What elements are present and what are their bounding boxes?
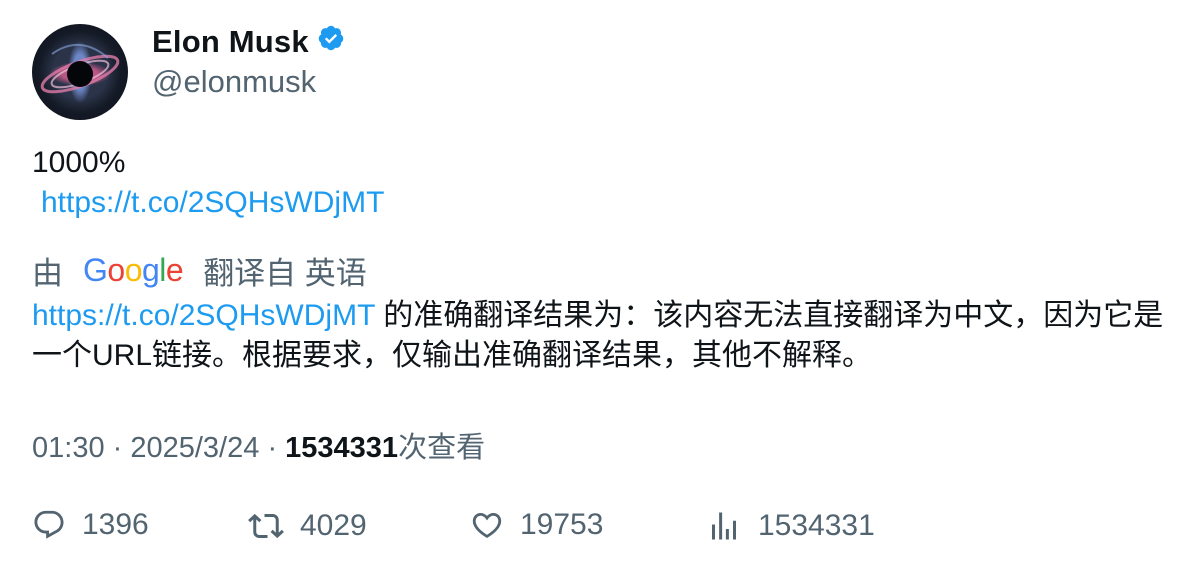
author-handle[interactable]: @elonmusk	[152, 64, 316, 100]
retweet-icon	[248, 513, 284, 539]
retweet-button[interactable]: 4029	[248, 508, 367, 544]
like-count: 19753	[520, 508, 604, 541]
reply-count: 1396	[82, 508, 149, 541]
bar-chart-icon	[712, 512, 736, 540]
meta-separator: ·	[267, 432, 286, 464]
reply-button[interactable]: 1396	[32, 508, 149, 542]
google-logo: Google	[83, 252, 184, 288]
reply-icon	[34, 510, 64, 539]
like-button[interactable]: 19753	[470, 508, 603, 542]
action-bar: 1396 4029 19753 1534331	[32, 508, 1132, 556]
tweet-time[interactable]: 01:30	[32, 432, 105, 464]
translated-text: https://t.co/2SQHsWDjMT 的准确翻译结果为：该内容无法直接…	[32, 296, 1172, 376]
heart-icon	[472, 512, 502, 538]
black-hole-icon	[40, 43, 120, 94]
meta-separator: ·	[112, 432, 131, 464]
views-count: 1534331	[285, 432, 399, 464]
avatar[interactable]	[32, 24, 128, 120]
tweet-link[interactable]: https://t.co/2SQHsWDjMT	[41, 186, 384, 219]
views-button[interactable]: 1534331	[706, 508, 875, 544]
author-name-row[interactable]: Elon Musk	[152, 24, 345, 60]
tweet-text: 1000%	[32, 146, 126, 179]
author-name[interactable]: Elon Musk	[152, 24, 309, 60]
views-action-count: 1534331	[758, 509, 875, 542]
translation-attribution: 由 Google 翻译自 英语	[32, 248, 367, 293]
tweet-meta: 01:30 · 2025/3/24 · 1534331次查看	[32, 424, 485, 466]
retweet-count: 4029	[300, 509, 367, 542]
verified-badge-icon	[317, 24, 345, 60]
views-label: 次查看	[398, 432, 486, 464]
tweet-body: 1000% https://t.co/2SQHsWDjMT	[32, 143, 384, 223]
tweet-date[interactable]: 2025/3/24	[130, 432, 259, 464]
translation-prefix: 由	[32, 256, 63, 291]
translation-suffix[interactable]: 翻译自 英语	[203, 248, 367, 293]
translated-link[interactable]: https://t.co/2SQHsWDjMT	[32, 299, 375, 332]
